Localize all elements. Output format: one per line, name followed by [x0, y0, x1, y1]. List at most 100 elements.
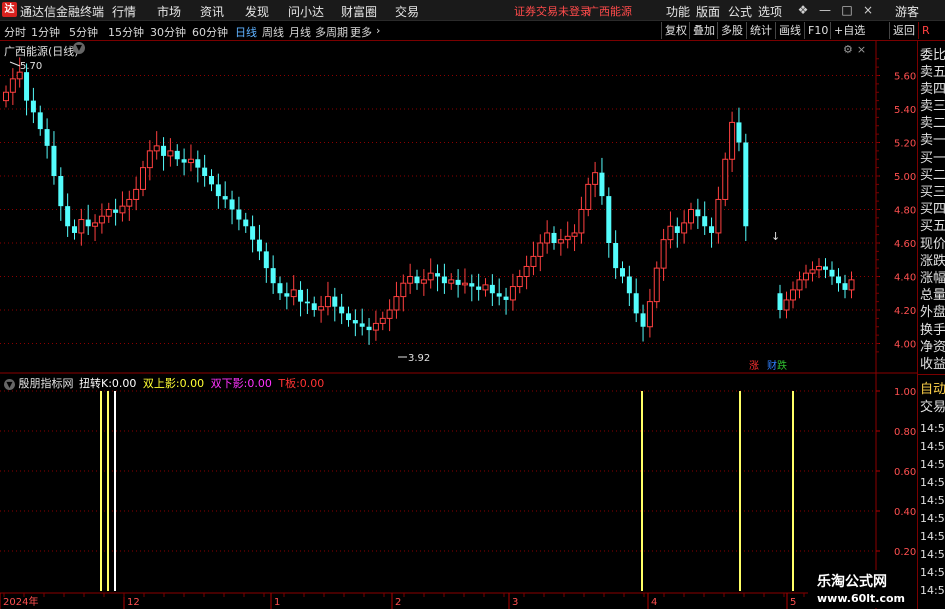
period-tab-more[interactable]: 更多 — [350, 24, 372, 40]
realtime-r-icon[interactable]: R — [918, 22, 933, 39]
candle-body-up — [119, 205, 126, 214]
candle-body-down — [503, 296, 509, 300]
adjust-button[interactable]: 复权 — [661, 22, 690, 39]
candle-body-down — [366, 326, 372, 331]
side-item-sell3[interactable]: 卖三 — [920, 99, 945, 115]
menu-market[interactable]: 市场 — [157, 3, 181, 20]
side-item-change-pct[interactable]: 涨幅 — [920, 271, 945, 287]
candle-body-down — [161, 145, 167, 156]
indicator-name[interactable]: 殷朋指标网 — [19, 377, 74, 390]
candle-body-down — [174, 150, 180, 160]
side-item-price[interactable]: 现价 — [920, 237, 945, 253]
candle-body-down — [58, 176, 64, 207]
indicator-menu-icon[interactable]: ▼ — [4, 379, 15, 390]
period-tab-multi[interactable]: 多周期 — [315, 24, 348, 40]
chart-title: 广西能源(日线) — [4, 45, 79, 58]
candle-body-down — [414, 276, 420, 284]
menu-discover[interactable]: 发现 — [245, 3, 269, 20]
side-item-volume[interactable]: 总量 — [920, 288, 945, 304]
side-item-net-assets[interactable]: 净资 — [920, 340, 945, 356]
candle-body-up — [646, 301, 653, 328]
side-item-change[interactable]: 涨跌 — [920, 254, 945, 270]
candle-body-down — [202, 167, 208, 176]
add-watchlist-button[interactable]: +自选 — [830, 22, 868, 39]
candle-body-up — [133, 188, 140, 200]
period-tab-intraday[interactable]: 分时 — [4, 24, 26, 40]
side-item-sell5[interactable]: 卖五 — [920, 65, 945, 81]
side-item-sell4[interactable]: 卖四 — [920, 82, 945, 98]
date-tick-label: 1 — [274, 597, 280, 608]
menu-trade[interactable]: 交易 — [395, 3, 419, 20]
pane-tools[interactable]: ⚙× — [843, 43, 870, 56]
menu-ask-xiaoda[interactable]: 问小达 — [288, 3, 324, 20]
pane-close-icon[interactable]: × — [857, 43, 870, 56]
trade-label[interactable]: 交易 — [920, 400, 945, 416]
candle-body-up — [187, 158, 194, 164]
pane-menu-icon[interactable]: ▼ — [73, 42, 85, 54]
candle-body-up — [816, 265, 822, 271]
draw-line-button[interactable]: 画线 — [775, 22, 804, 39]
statistics-button[interactable]: 统计 — [746, 22, 775, 39]
close-icon[interactable]: × — [860, 2, 876, 18]
candle-body-up — [98, 215, 105, 224]
candle-body-down — [256, 239, 262, 252]
side-item-ratio[interactable]: 委比 — [920, 48, 945, 64]
side-item-buy4[interactable]: 买四 — [920, 202, 945, 218]
side-item-sell2[interactable]: 卖二 — [920, 116, 945, 132]
settings-icon[interactable]: ⚙ — [843, 43, 857, 56]
watermark-title: 乐淘公式网 — [817, 574, 887, 590]
auto-trade-label[interactable]: 自动 — [920, 382, 945, 398]
indicator-tick-label: 0.80 — [894, 427, 916, 438]
maximize-icon[interactable]: □ — [839, 2, 855, 18]
period-tab-60min[interactable]: 60分钟 — [192, 24, 228, 40]
back-button[interactable]: 返回 — [889, 22, 918, 39]
menu-layout[interactable]: 版面 — [696, 3, 720, 20]
chevron-right-icon[interactable]: › — [376, 24, 380, 37]
candle-body-down — [277, 283, 283, 294]
side-item-buy1[interactable]: 买一 — [920, 151, 945, 167]
candle-body-down — [823, 266, 828, 270]
overlay-button[interactable]: 叠加 — [689, 22, 718, 39]
menu-options[interactable]: 选项 — [758, 3, 782, 20]
period-tab-5min[interactable]: 5分钟 — [69, 24, 98, 40]
period-tab-monthly[interactable]: 月线 — [289, 24, 311, 40]
tick-time: 14:56 — [920, 422, 945, 435]
candle-body-down — [332, 296, 338, 307]
date-tick-label: 3 — [512, 597, 518, 608]
candle-body-down — [195, 159, 201, 168]
side-item-buy5[interactable]: 买五 — [920, 219, 945, 235]
period-tab-daily[interactable]: 日线 — [235, 24, 257, 40]
period-tab-1min[interactable]: 1分钟 — [31, 24, 60, 40]
candle-body-down — [298, 289, 304, 302]
skin-icon[interactable]: ❖ — [795, 2, 811, 18]
side-item-buy3[interactable]: 买三 — [920, 185, 945, 201]
candle-body-up — [482, 284, 489, 291]
side-item-buy2[interactable]: 买二 — [920, 168, 945, 184]
login-status[interactable]: 证券交易未登录 — [514, 3, 591, 19]
menu-news[interactable]: 资讯 — [200, 3, 224, 20]
menu-functions[interactable]: 功能 — [666, 3, 690, 20]
candle-body-up — [372, 322, 379, 331]
menu-formula[interactable]: 公式 — [728, 3, 752, 20]
period-tab-30min[interactable]: 30分钟 — [150, 24, 186, 40]
period-tab-15min[interactable]: 15分钟 — [108, 24, 144, 40]
side-item-turnover[interactable]: 换手 — [920, 323, 945, 339]
menu-quotes[interactable]: 行情 — [112, 3, 136, 20]
f10-button[interactable]: F10 — [804, 22, 831, 39]
kline-chart[interactable]: 5.60 5.40 5.20 5.00 4.80 4.60 4.40 4.20 4.00 1.00… — [0, 41, 917, 609]
candle-body-up — [557, 239, 564, 244]
candle-body-up — [9, 78, 16, 93]
menu-wealth-circle[interactable]: 财富圈 — [341, 3, 377, 20]
event-badge: 涨 — [749, 360, 759, 372]
candle-body-up — [167, 150, 174, 157]
indicator-tick-label: 0.20 — [894, 547, 916, 558]
side-item-outer[interactable]: 外盘 — [920, 305, 945, 321]
period-tab-weekly[interactable]: 周线 — [262, 24, 284, 40]
candle-body-down — [30, 100, 36, 113]
side-item-sell1[interactable]: 卖一 — [920, 133, 945, 149]
multi-stock-button[interactable]: 多股 — [717, 22, 746, 39]
minimize-icon[interactable]: — — [817, 2, 833, 18]
title-bar: 达 通达信金融终端 行情 市场 资讯 发现 问小达 财富圈 交易 证券交易未登录… — [0, 0, 945, 21]
side-item-earnings[interactable]: 收益 — [920, 357, 945, 373]
guest-user-label[interactable]: 游客 — [895, 3, 919, 20]
